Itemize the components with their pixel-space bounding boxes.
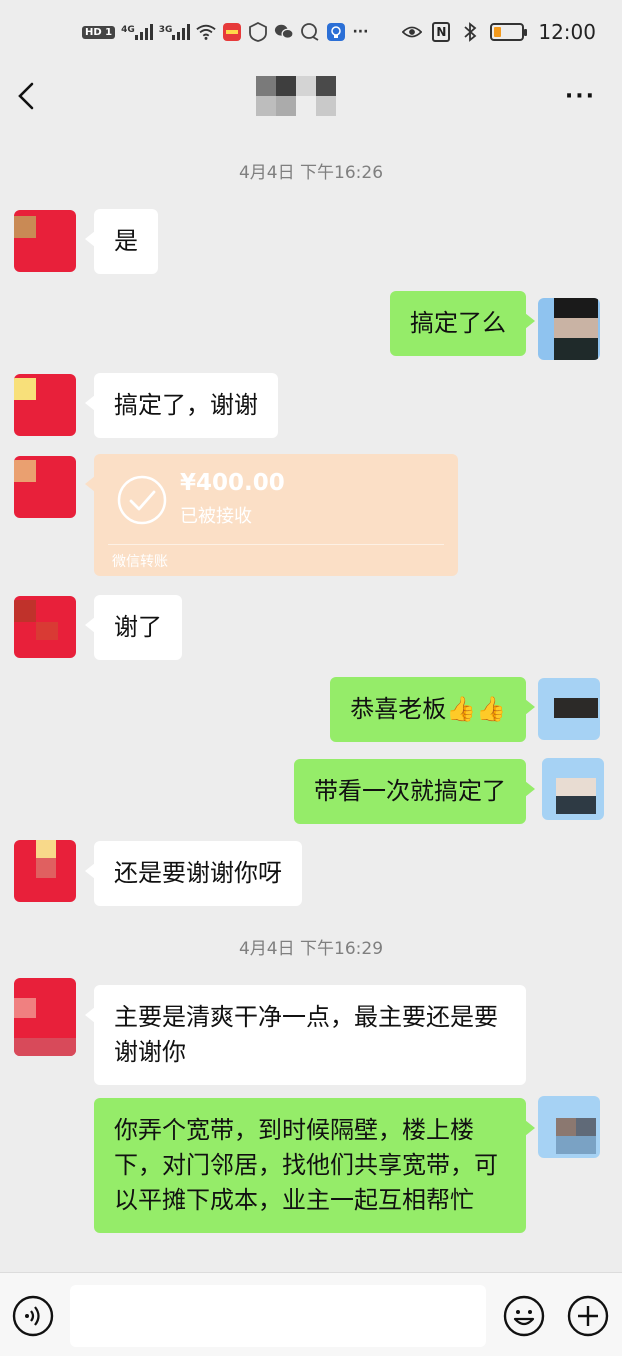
shield-icon: [248, 22, 268, 42]
chevron-left-icon: [18, 82, 34, 110]
avatar[interactable]: [542, 758, 604, 820]
divider: [108, 544, 444, 545]
avatar[interactable]: [538, 298, 600, 360]
message-bubble[interactable]: 搞定了，谢谢: [85, 373, 278, 438]
avatar[interactable]: [14, 210, 76, 272]
contact-name-pixelated: [256, 76, 360, 120]
avatar[interactable]: [14, 596, 76, 658]
signal-4g-icon: 4G: [121, 24, 153, 40]
bluetooth-icon: [460, 22, 480, 42]
message-input[interactable]: [70, 1285, 486, 1347]
transfer-card[interactable]: ¥400.00 已被接收 微信转账: [85, 454, 458, 576]
check-circle-icon: [117, 475, 167, 525]
chat-input-bar: [0, 1272, 622, 1356]
battery-icon: [490, 23, 528, 41]
message-bubble[interactable]: 恭喜老板👍👍: [330, 677, 535, 742]
nfc-icon: N: [432, 22, 451, 42]
plus-icon: [567, 1295, 609, 1337]
message-timestamp: 4月4日 下午16:29: [238, 939, 384, 959]
message-bubble[interactable]: 搞定了么: [390, 291, 535, 356]
message-bubble[interactable]: 是: [85, 209, 158, 274]
voice-icon: [12, 1295, 54, 1337]
message-bubble[interactable]: 带看一次就搞定了: [294, 759, 535, 824]
status-time: 12:00: [538, 20, 596, 44]
status-right-icons: N 12:00: [402, 20, 596, 44]
wifi-icon: [196, 22, 217, 42]
avatar[interactable]: [14, 456, 76, 518]
message-bubble[interactable]: 还是要谢谢你呀: [85, 841, 302, 906]
avatar[interactable]: [538, 1096, 600, 1158]
signal-3g-icon: 3G: [159, 24, 191, 40]
hd-icon: HD 1: [82, 25, 116, 39]
message-bubble[interactable]: 谢了: [85, 595, 182, 660]
more-options-button[interactable]: ···: [565, 84, 596, 109]
lightbulb-icon: [326, 22, 346, 42]
transfer-source-label: 微信转账: [112, 554, 168, 570]
more-functions-button[interactable]: [567, 1295, 609, 1337]
avatar[interactable]: [14, 374, 76, 436]
back-button[interactable]: [14, 78, 40, 114]
status-left-icons: HD 1 4G 3G ···: [82, 20, 368, 44]
avatar[interactable]: [14, 978, 76, 1056]
chat-title-bar: ···: [0, 64, 622, 130]
voice-button[interactable]: [12, 1295, 54, 1337]
transfer-amount: ¥400.00: [180, 470, 285, 496]
message-bubble[interactable]: 主要是清爽干净一点，最主要还是要谢谢你: [85, 985, 526, 1085]
transfer-status: 已被接收: [180, 506, 252, 527]
bubble-icon: [300, 22, 320, 42]
emoji-button[interactable]: [503, 1295, 545, 1337]
overflow-dots-icon: ···: [352, 24, 369, 40]
eye-icon: [402, 22, 423, 42]
wechat-icon: [274, 22, 295, 42]
emoji-icon: [503, 1295, 545, 1337]
message-bubble[interactable]: 你弄个宽带，到时候隔壁，楼上楼下，对门邻居，找他们共享宽带，可以平摊下成本，业主…: [94, 1098, 535, 1233]
avatar[interactable]: [538, 678, 600, 740]
app-notification-icon: [222, 22, 242, 42]
status-bar: HD 1 4G 3G ··· N 12:00: [0, 0, 622, 64]
avatar[interactable]: [14, 840, 76, 902]
message-timestamp: 4月4日 下午16:26: [238, 163, 384, 183]
